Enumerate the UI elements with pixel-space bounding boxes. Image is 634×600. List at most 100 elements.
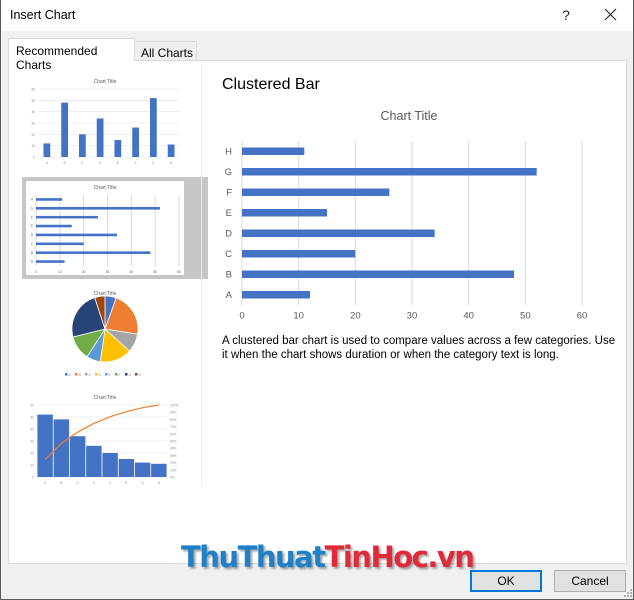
bar-d xyxy=(69,436,86,477)
bar-d xyxy=(36,233,118,237)
watermark-part2: TinHoc.vn xyxy=(324,540,475,574)
close-button[interactable] xyxy=(597,3,625,27)
y2-tick-label: 70% xyxy=(170,425,177,429)
y2-tick-label: 20% xyxy=(170,461,177,465)
x-tick-label: 20 xyxy=(82,270,86,274)
category-label: E xyxy=(226,208,232,219)
y-tick-label: 40 xyxy=(31,110,35,114)
bar-d xyxy=(242,229,435,237)
legend-swatch xyxy=(85,373,88,376)
y-tick-label: 60 xyxy=(31,88,35,92)
x-tick-label: 40 xyxy=(130,270,134,274)
preview-chart: Chart Title 0 10 20 30 40 50 60 ABCDEFGH xyxy=(220,99,598,329)
clustered-bar-thumbnail-chart: Chart Title0 10 20 30 40 50 60ABCDEFGH xyxy=(26,181,184,275)
bar-g xyxy=(242,168,537,176)
category-label: F xyxy=(226,188,232,199)
bar-c xyxy=(79,134,86,157)
bar-c xyxy=(102,453,118,477)
ok-button[interactable]: OK xyxy=(470,570,542,592)
chart-thumbnail-list: Chart Title 0 10 20 30 40 50 60 A B C D E F G H Chart T… xyxy=(22,67,208,487)
bar-g xyxy=(150,98,157,157)
bar-e xyxy=(118,459,135,477)
y2-tick-label: 0% xyxy=(170,476,175,480)
category-label: G xyxy=(225,167,232,178)
legend-swatch xyxy=(95,373,98,376)
category-label: F xyxy=(93,481,95,485)
x-tick-label: 30 xyxy=(106,270,110,274)
cancel-button[interactable]: Cancel xyxy=(554,570,626,592)
chart-description: A clustered bar chart is used to compare… xyxy=(222,335,616,361)
legend-swatch xyxy=(135,373,138,376)
legend-swatch xyxy=(65,373,68,376)
preview-heading: Clustered Bar xyxy=(222,76,320,93)
bar-f xyxy=(242,188,390,196)
chart-title: Chart Title xyxy=(381,109,438,123)
pie-thumbnail-chart: Chart TitleA B C D E F G H xyxy=(26,287,184,381)
bar-a xyxy=(242,291,310,299)
y-tick-label: 0 xyxy=(32,476,34,480)
thumbnail-list-divider xyxy=(201,65,202,485)
pareto-thumbnail-chart: Chart Title0102030405060G B D F C E A H0%10%20%… xyxy=(26,391,184,487)
bar-b xyxy=(36,251,151,254)
y-tick-label: 50 xyxy=(30,416,34,420)
bar-h xyxy=(242,147,305,155)
x-tick-label: 0 xyxy=(239,311,244,322)
bar-c xyxy=(242,250,356,258)
bar-a xyxy=(36,260,65,263)
bar-g xyxy=(36,207,160,210)
y2-tick-label: 50% xyxy=(170,440,177,444)
y-tick-label: 40 xyxy=(30,428,34,432)
legend-label: F xyxy=(119,373,121,377)
category-label: F xyxy=(135,161,137,165)
x-tick-label: 40 xyxy=(463,311,474,322)
tab-recommended-charts[interactable]: Recommended Charts xyxy=(8,38,135,72)
x-tick-label: 50 xyxy=(520,311,531,322)
category-label: B xyxy=(31,251,33,255)
x-tick-label: 10 xyxy=(58,270,62,274)
x-tick-label: 60 xyxy=(177,270,181,274)
y2-tick-label: 100% xyxy=(170,404,178,408)
bar-f xyxy=(36,215,98,219)
bar-a xyxy=(43,143,51,157)
y-tick-label: 30 xyxy=(31,122,35,126)
thumbnail-clustered-bar[interactable]: Chart Title 0 10 20 30 40 50 60 A B C D E F G H xyxy=(22,177,208,279)
bar-b xyxy=(242,270,514,278)
legend-swatch xyxy=(115,373,118,376)
chart-title: Chart Title xyxy=(94,185,117,191)
x-tick-label: 50 xyxy=(153,270,157,274)
thumbnail-pie[interactable]: Chart Title A B C D E F G H xyxy=(22,283,208,385)
y-tick-label: 20 xyxy=(31,133,35,137)
tab-all-charts[interactable]: All Charts xyxy=(135,41,197,61)
thumbnail-clustered-column[interactable]: Chart Title 0 10 20 30 40 50 60 A B C D E F G H xyxy=(22,71,208,173)
bar-a xyxy=(134,462,151,477)
bar-d xyxy=(96,118,104,157)
category-label: A xyxy=(226,290,233,301)
x-tick-label: 10 xyxy=(293,311,304,322)
resize-grip-icon[interactable] xyxy=(623,588,633,598)
y-tick-label: 10 xyxy=(31,144,35,148)
bar-f xyxy=(132,127,139,157)
category-label: E xyxy=(125,481,127,485)
x-tick-label: 20 xyxy=(350,311,361,322)
bar-e xyxy=(36,224,72,228)
category-label: B xyxy=(64,161,66,165)
category-label: H xyxy=(225,147,232,158)
bar-c xyxy=(36,242,84,246)
bar-b xyxy=(61,102,68,157)
category-label: C xyxy=(225,249,232,260)
thumbnail-pareto[interactable]: Chart Title 0 10 20 30 40 50 60 G B D F C E A H 0% 10% 20%… xyxy=(22,387,208,489)
insert-chart-dialog: Insert Chart ? Recommended Charts All Ch… xyxy=(0,0,634,600)
y-tick-label: 10 xyxy=(30,464,34,468)
x-tick-label: 60 xyxy=(577,311,588,322)
legend-swatch xyxy=(105,373,108,376)
y-tick-label: 20 xyxy=(30,452,34,456)
legend-swatch xyxy=(75,373,78,376)
watermark-part1: ThuThuat xyxy=(181,540,326,574)
y-tick-label: 30 xyxy=(30,440,34,444)
help-button[interactable]: ? xyxy=(553,3,579,27)
close-icon xyxy=(604,8,617,21)
y-tick-label: 60 xyxy=(30,404,34,408)
bar-e xyxy=(242,209,327,217)
y2-tick-label: 80% xyxy=(170,418,177,422)
dialog-title: Insert Chart xyxy=(10,8,76,22)
